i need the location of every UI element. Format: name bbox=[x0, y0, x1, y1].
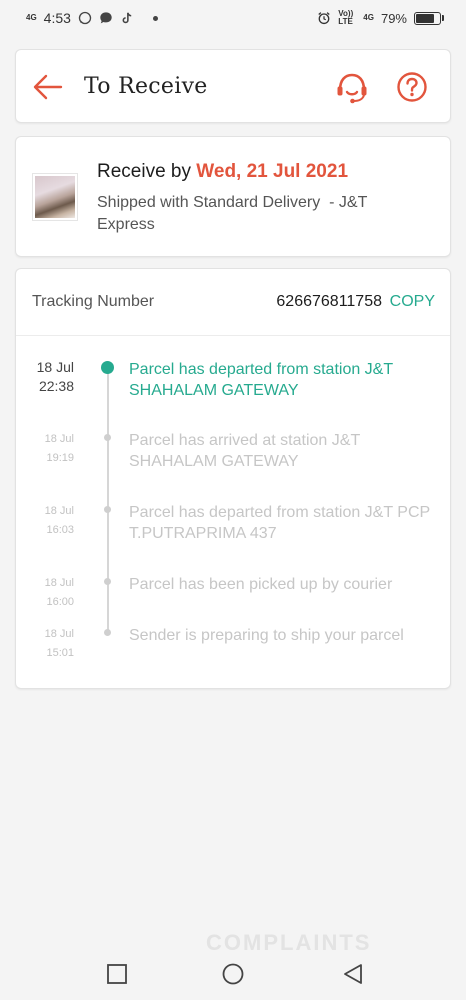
event-date-time: 19:19 bbox=[46, 452, 74, 464]
status-right: Vo)) LTE 4G 79% bbox=[317, 10, 444, 26]
event-date: 18 Jul 16:03 bbox=[20, 502, 74, 540]
signal-icon: 4G bbox=[26, 14, 37, 22]
event-date-day: 18 Jul bbox=[44, 577, 74, 589]
event-date: 18 Jul 16:00 bbox=[20, 574, 74, 612]
alarm-icon bbox=[318, 12, 330, 25]
page-title: To Receive bbox=[84, 74, 208, 99]
status-left: 4G 4:53 bbox=[26, 10, 158, 26]
tiktok-icon bbox=[122, 12, 132, 24]
event-date: 18 Jul 19:19 bbox=[20, 430, 74, 468]
whatsapp-icon bbox=[78, 11, 92, 25]
back-arrow-icon[interactable] bbox=[32, 72, 64, 102]
event-date-day: 18 Jul bbox=[44, 628, 74, 640]
event-dot bbox=[101, 361, 114, 374]
volte-label: Vo)) LTE bbox=[338, 9, 354, 26]
event-description: Parcel has arrived at station J&T SHAHAL… bbox=[129, 432, 360, 470]
notification-dot-icon bbox=[152, 15, 158, 21]
event-date-time: 16:00 bbox=[46, 596, 74, 608]
system-nav-bar bbox=[0, 940, 466, 1000]
event-description: Parcel has been picked up by courier bbox=[129, 576, 393, 593]
receive-by-line: Receive by Wed, 21 Jul 2021 bbox=[97, 161, 348, 183]
event-date-day: 18 Jul bbox=[44, 433, 74, 445]
tracking-number-value: 626676811758 bbox=[276, 293, 382, 310]
event-date: 18 Jul 15:01 bbox=[20, 625, 74, 663]
event-date-day: 18 Jul bbox=[36, 359, 74, 375]
network-type-label: 4G bbox=[26, 13, 37, 22]
recent-apps-square-icon[interactable] bbox=[105, 962, 129, 986]
event-date-time: 16:03 bbox=[46, 524, 74, 536]
event-description: Parcel has departed from station J&T SHA… bbox=[129, 361, 393, 399]
event-description: Sender is preparing to ship your parcel bbox=[129, 627, 404, 644]
delivery-card: Receive by Wed, 21 Jul 2021 Shipped with… bbox=[15, 136, 451, 257]
status-bar: 4G 4:53 Vo)) LTE 4G 79% bbox=[0, 0, 466, 36]
product-thumbnail bbox=[32, 173, 78, 221]
back-triangle-icon[interactable] bbox=[341, 962, 365, 986]
battery-icon bbox=[414, 11, 444, 25]
status-time: 4:53 bbox=[43, 10, 71, 26]
copy-button[interactable]: COPY bbox=[390, 293, 435, 311]
tracking-number-row: Tracking Number 626676811758 COPY bbox=[16, 269, 450, 336]
event-dot bbox=[104, 629, 111, 636]
event-description: Parcel has departed from station J&T PCP… bbox=[129, 504, 430, 542]
chat-icon bbox=[100, 12, 112, 24]
event-date-time: 22:38 bbox=[38, 378, 74, 394]
timeline-line bbox=[107, 367, 109, 630]
headset-icon[interactable] bbox=[335, 71, 369, 105]
tracking-number-label: Tracking Number bbox=[32, 293, 155, 310]
network-type-label-right: 4G bbox=[363, 13, 374, 22]
product-image bbox=[35, 176, 75, 218]
event-date-time: 15:01 bbox=[46, 647, 74, 659]
home-circle-icon[interactable] bbox=[221, 962, 245, 986]
help-question-icon[interactable] bbox=[396, 71, 428, 103]
event-dot bbox=[104, 578, 111, 585]
event-dot bbox=[104, 434, 111, 441]
battery-percent: 79% bbox=[380, 10, 407, 26]
battery-fill bbox=[416, 13, 435, 23]
tracking-card: Tracking Number 626676811758 COPY 18 Jul… bbox=[15, 268, 451, 689]
receive-by-label: Receive by bbox=[97, 161, 197, 182]
event-date-day: 18 Jul bbox=[44, 505, 74, 517]
receive-by-date: Wed, 21 Jul 2021 bbox=[196, 161, 349, 182]
event-date: 18 Jul 22:38 bbox=[20, 358, 74, 396]
shipping-method-text: Shipped with Standard Delivery - J&T Exp… bbox=[97, 194, 372, 233]
header-bar: To Receive bbox=[15, 49, 451, 123]
event-dot bbox=[104, 506, 111, 513]
